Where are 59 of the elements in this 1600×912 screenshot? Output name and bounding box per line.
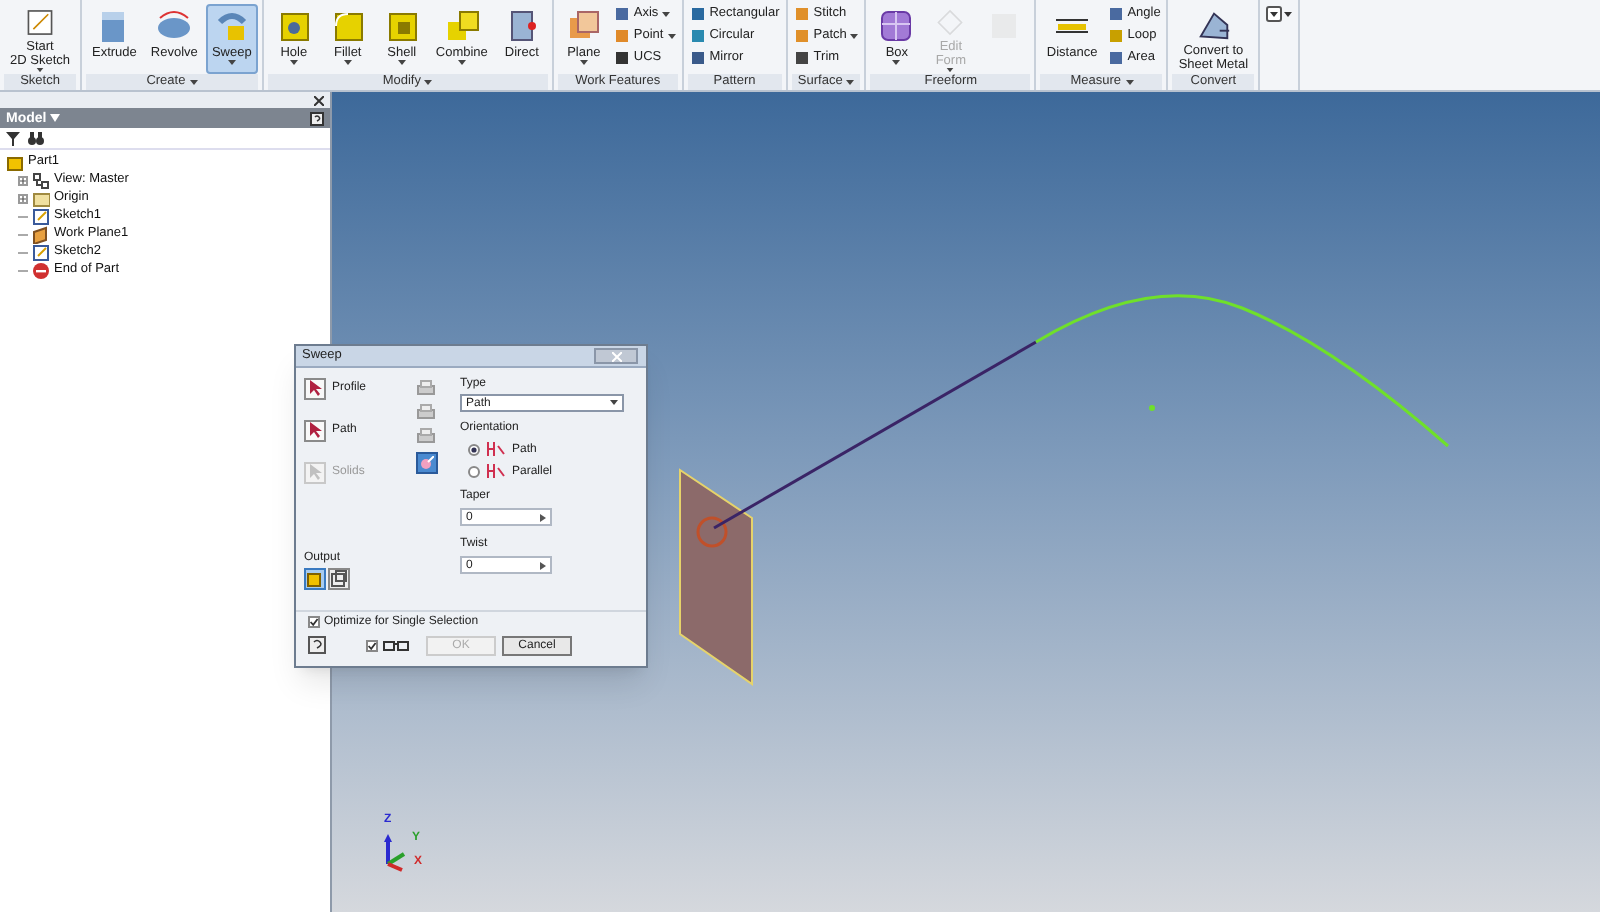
caret-icon <box>343 60 352 66</box>
tree-line-icon <box>18 230 28 240</box>
output-button[interactable] <box>328 568 350 590</box>
orientation-icon <box>486 442 506 456</box>
tree-line-icon <box>18 248 28 258</box>
cursor-icon <box>308 380 322 396</box>
radio-button[interactable] <box>468 465 480 477</box>
end-icon <box>32 262 50 280</box>
caret-icon <box>667 33 676 39</box>
caret-icon <box>424 79 433 85</box>
help-icon[interactable] <box>308 636 326 654</box>
caret-icon <box>610 400 618 406</box>
caret-icon <box>1125 79 1134 85</box>
center-point <box>1149 405 1155 411</box>
arrow-icon <box>540 561 546 569</box>
cursor-icon <box>308 464 322 480</box>
close-icon[interactable] <box>314 95 324 105</box>
caret-icon <box>850 33 859 39</box>
close-button[interactable] <box>594 348 638 364</box>
close-icon <box>611 351 621 361</box>
folder-icon <box>32 190 50 208</box>
options-button[interactable] <box>415 452 437 474</box>
caret-icon <box>227 60 236 66</box>
dropdown-icon[interactable] <box>1266 6 1293 24</box>
expand-icon[interactable] <box>18 176 28 186</box>
checkbox[interactable] <box>308 615 320 627</box>
caret-icon <box>662 11 671 17</box>
plane-icon <box>32 226 50 244</box>
caret-icon[interactable] <box>50 114 61 122</box>
tree-line-icon <box>18 212 28 222</box>
tree-line-icon <box>18 266 28 276</box>
caret-icon <box>846 79 855 85</box>
output-button[interactable] <box>304 568 326 590</box>
sketch-icon <box>32 244 50 262</box>
caret-icon <box>397 60 406 66</box>
orientation-icon <box>486 464 506 478</box>
profile-circle <box>696 516 728 548</box>
binoculars-icon[interactable] <box>28 131 44 145</box>
help-icon[interactable] <box>310 111 324 125</box>
caret-icon <box>892 60 901 66</box>
expand-icon[interactable] <box>18 194 28 204</box>
caret-icon <box>189 79 198 85</box>
caret-icon <box>289 60 298 66</box>
caret-icon <box>457 60 466 66</box>
glasses-icon <box>382 638 410 652</box>
arrow-icon <box>540 513 546 521</box>
checkbox[interactable] <box>366 639 378 651</box>
select-button[interactable] <box>304 419 326 441</box>
select-button[interactable] <box>304 377 326 399</box>
tool-icon <box>876 6 917 46</box>
sketch-icon <box>32 208 50 226</box>
surface-icon <box>330 570 348 588</box>
cursor-icon <box>308 422 322 438</box>
caret-icon <box>579 60 588 66</box>
part-icon <box>6 154 24 172</box>
radio-button[interactable] <box>468 443 480 455</box>
wand-icon <box>419 456 433 470</box>
view-icon <box>32 172 50 190</box>
solid-icon <box>306 570 324 588</box>
